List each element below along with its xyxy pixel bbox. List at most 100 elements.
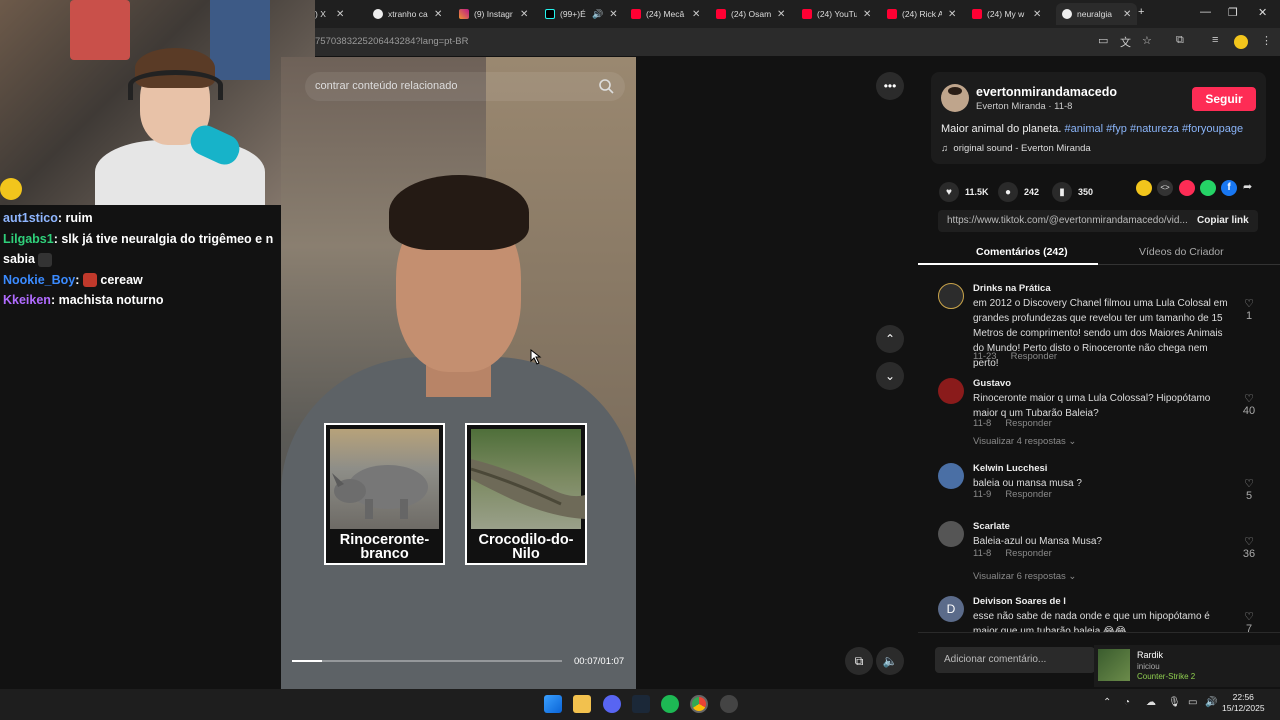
commenter-name[interactable]: Gustavo <box>973 378 1011 389</box>
commenter-avatar[interactable] <box>938 521 964 547</box>
close-tab-icon[interactable]: ✕ <box>434 9 442 20</box>
close-tab-icon[interactable]: ✕ <box>863 9 871 20</box>
video-link-url[interactable]: https://www.tiktok.com/@evertonmirandama… <box>947 215 1187 226</box>
close-tab-icon[interactable]: ✕ <box>1123 9 1131 20</box>
minimize-button[interactable]: — <box>1200 6 1211 18</box>
reply-button[interactable]: Responder <box>1005 489 1051 500</box>
share-arrow-icon[interactable]: ➦ <box>1243 180 1259 196</box>
previous-video-button[interactable]: ⌃ <box>876 325 904 353</box>
commenter-avatar[interactable] <box>938 283 964 309</box>
browser-tab[interactable]: ) X ✕ <box>315 3 344 25</box>
more-options-button[interactable]: ••• <box>876 72 904 100</box>
whatsapp-icon[interactable] <box>1200 180 1216 196</box>
coin-icon[interactable] <box>1136 180 1152 196</box>
close-tab-icon[interactable]: ✕ <box>777 9 785 20</box>
close-tab-icon[interactable]: ✕ <box>692 9 700 20</box>
view-replies-button[interactable]: Visualizar 6 respostas ⌄ <box>973 571 1076 582</box>
commenter-avatar[interactable] <box>938 378 964 404</box>
comment-button[interactable]: ● 242 <box>998 182 1039 202</box>
reply-button[interactable]: Responder <box>1005 548 1051 559</box>
comment-like-button[interactable]: ♡ 40 <box>1238 392 1260 417</box>
browser-tab[interactable]: (24) Rick A ✕ <box>887 3 956 25</box>
browser-tab[interactable]: (24) Osam ✕ <box>716 3 785 25</box>
media-control-icon[interactable]: ≡ <box>1212 34 1218 46</box>
close-window-button[interactable]: ✕ <box>1258 6 1267 19</box>
next-video-button[interactable]: ⌄ <box>876 362 904 390</box>
commenter-avatar[interactable]: D <box>938 596 964 622</box>
commenter-name[interactable]: Deivison Soares de l <box>973 596 1066 607</box>
video-progress-bar[interactable] <box>292 660 562 662</box>
sound-link[interactable]: ♫ original sound - Everton Miranda <box>941 143 1091 154</box>
app-taskbar-icon[interactable] <box>720 695 738 713</box>
embed-icon[interactable]: <> <box>1157 180 1173 196</box>
comment-like-button[interactable]: ♡ 7 <box>1238 610 1260 632</box>
repost-icon[interactable] <box>1179 180 1195 196</box>
comment-text: esse não sabe de nada onde e que um hipo… <box>973 611 1210 632</box>
onedrive-icon[interactable]: ☁ <box>1146 697 1156 708</box>
commenter-name[interactable]: Scarlate <box>973 521 1010 532</box>
new-tab-button[interactable]: + <box>1138 6 1144 18</box>
browser-tab[interactable]: (24) YouTu ✕ <box>802 3 871 25</box>
browser-tab[interactable]: (99+)É 🔊 ✕ <box>545 3 618 25</box>
tray-icon[interactable]: ◔ <box>1124 697 1130 708</box>
browser-tab[interactable]: (24) Mecâ ✕ <box>631 3 700 25</box>
follow-button[interactable]: Seguir <box>1192 87 1256 111</box>
system-clock[interactable]: 22:56 15/12/2025 <box>1222 692 1265 714</box>
file-explorer-icon[interactable] <box>573 695 591 713</box>
commenter-name[interactable]: Kelwin Lucchesi <box>973 463 1047 474</box>
volume-button[interactable]: 🔈 <box>876 647 904 675</box>
comment-item: Gustavo Rinoceronte maior q uma Lula Col… <box>938 378 1260 448</box>
menu-kebab-icon[interactable]: ⋮ <box>1261 34 1272 47</box>
close-tab-icon[interactable]: ✕ <box>948 9 956 20</box>
save-button[interactable]: ▮ 350 <box>1052 182 1093 202</box>
steam-icon[interactable] <box>632 695 650 713</box>
microphone-icon[interactable]: 🎙 <box>1168 697 1181 708</box>
facebook-icon[interactable]: f <box>1221 180 1237 196</box>
rubber-duck <box>0 178 22 200</box>
spotify-icon[interactable] <box>661 695 679 713</box>
tab-comments[interactable]: Comentários (242) <box>976 246 1068 258</box>
browser-tab[interactable]: xtranho ca ✕ <box>373 3 442 25</box>
browser-tab-active[interactable]: neuralgia ✕ <box>1056 3 1138 25</box>
network-icon[interactable]: ▭ <box>1188 697 1197 708</box>
translate-icon[interactable]: 文 <box>1120 34 1131 50</box>
bookmark-star-icon[interactable]: ☆ <box>1142 34 1152 47</box>
pip-button[interactable]: ⧉ <box>845 647 873 675</box>
hashtags[interactable]: #animal #fyp #natureza #foryoupage <box>1065 123 1244 135</box>
steam-notification[interactable]: Rardik iniciou Counter-Strike 2 <box>1094 645 1280 687</box>
discord-icon[interactable] <box>603 695 621 713</box>
author-username[interactable]: evertonmirandamacedo <box>976 85 1117 99</box>
add-comment-input[interactable]: Adicionar comentário... <box>935 647 1095 673</box>
reply-button[interactable]: Responder <box>1005 418 1051 429</box>
windows-start-icon[interactable] <box>544 695 562 713</box>
tray-chevron-up-icon[interactable]: ⌃ <box>1103 697 1111 708</box>
author-avatar[interactable] <box>941 84 969 112</box>
reply-button[interactable]: Responder <box>1011 351 1057 362</box>
chrome-taskbar-icon[interactable] <box>690 695 708 713</box>
copy-link-button[interactable]: Copiar link <box>1197 215 1249 226</box>
close-tab-icon[interactable]: ✕ <box>520 9 528 20</box>
volume-tray-icon[interactable]: 🔊 <box>1205 697 1217 708</box>
comment-like-button[interactable]: ♡ 36 <box>1238 535 1260 560</box>
commenter-name[interactable]: Drinks na Prática <box>973 283 1051 294</box>
view-replies-button[interactable]: Visualizar 4 respostas ⌄ <box>973 436 1076 447</box>
comment-like-button[interactable]: ♡ 1 <box>1238 297 1260 322</box>
maximize-button[interactable]: ❐ <box>1228 6 1238 19</box>
extensions-icon[interactable]: ⧉ <box>1176 34 1184 47</box>
close-tab-icon[interactable]: ✕ <box>609 9 617 20</box>
like-button[interactable]: ♥ 11.5K <box>939 182 989 202</box>
search-icon[interactable] <box>598 78 615 95</box>
comment-like-button[interactable]: ♡ 5 <box>1238 477 1260 502</box>
url-text[interactable]: 7570383225206443284?lang=pt-BR <box>315 36 468 47</box>
youtube-icon <box>972 9 982 19</box>
profile-avatar-icon[interactable] <box>1234 35 1248 49</box>
cast-icon[interactable]: ▭ <box>1098 34 1108 47</box>
browser-tab[interactable]: (24) My w ✕ <box>972 3 1041 25</box>
tab-creator-videos[interactable]: Vídeos do Criador <box>1139 246 1224 258</box>
close-tab-icon[interactable]: ✕ <box>336 9 344 20</box>
video-player[interactable]: Rinoceronte-branco Crocodilo-do-Nilo <box>281 57 636 689</box>
browser-tab[interactable]: (9) Instagr ✕ <box>459 3 528 25</box>
heart-outline-icon: ♡ <box>1244 393 1254 405</box>
close-tab-icon[interactable]: ✕ <box>1033 9 1041 20</box>
commenter-avatar[interactable] <box>938 463 964 489</box>
